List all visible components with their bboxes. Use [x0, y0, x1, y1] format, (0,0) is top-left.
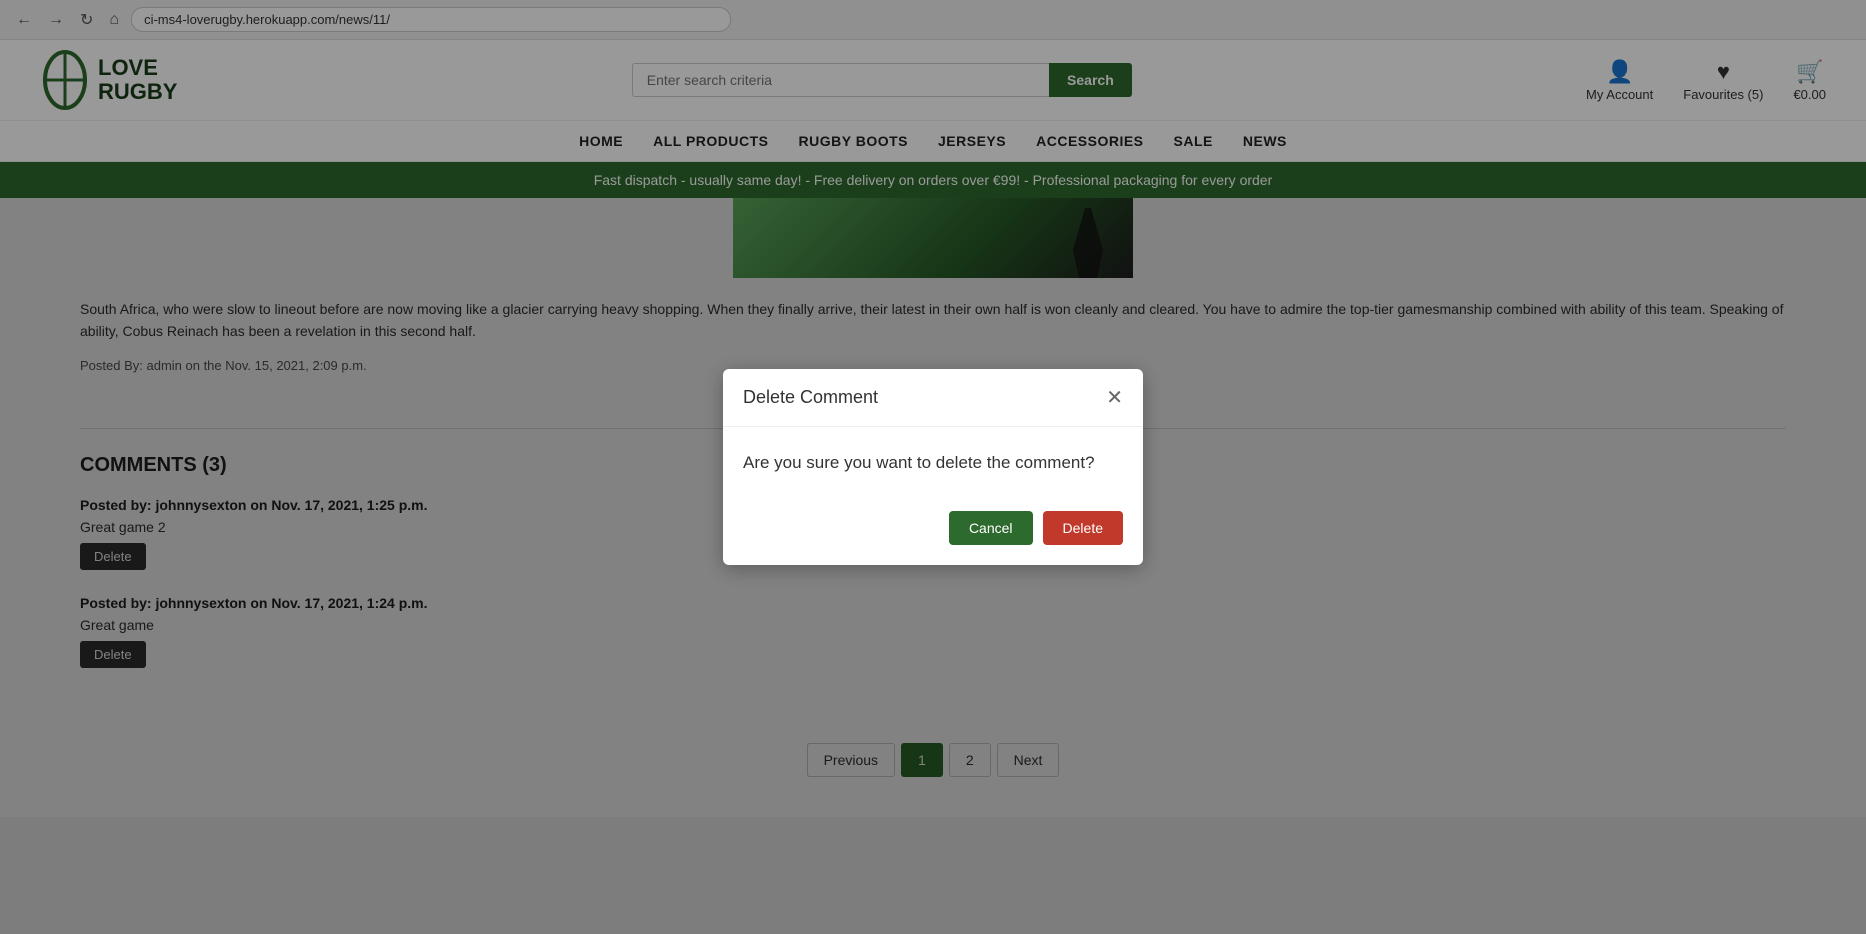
modal-close-button[interactable]: ✕	[1106, 385, 1123, 410]
modal-body-text: Are you sure you want to delete the comm…	[743, 451, 1123, 475]
page-wrapper: LOVE RUGBY Search 👤 My Account ♥ Favouri…	[0, 40, 1866, 934]
modal-delete-button[interactable]: Delete	[1043, 511, 1123, 545]
modal-cancel-button[interactable]: Cancel	[949, 511, 1033, 545]
modal-title: Delete Comment	[743, 387, 878, 408]
modal-overlay[interactable]: Delete Comment ✕ Are you sure you want t…	[0, 0, 1866, 934]
modal-body: Are you sure you want to delete the comm…	[723, 427, 1143, 499]
modal-footer: Cancel Delete	[723, 499, 1143, 565]
modal-header: Delete Comment ✕	[723, 369, 1143, 427]
modal-box: Delete Comment ✕ Are you sure you want t…	[723, 369, 1143, 565]
